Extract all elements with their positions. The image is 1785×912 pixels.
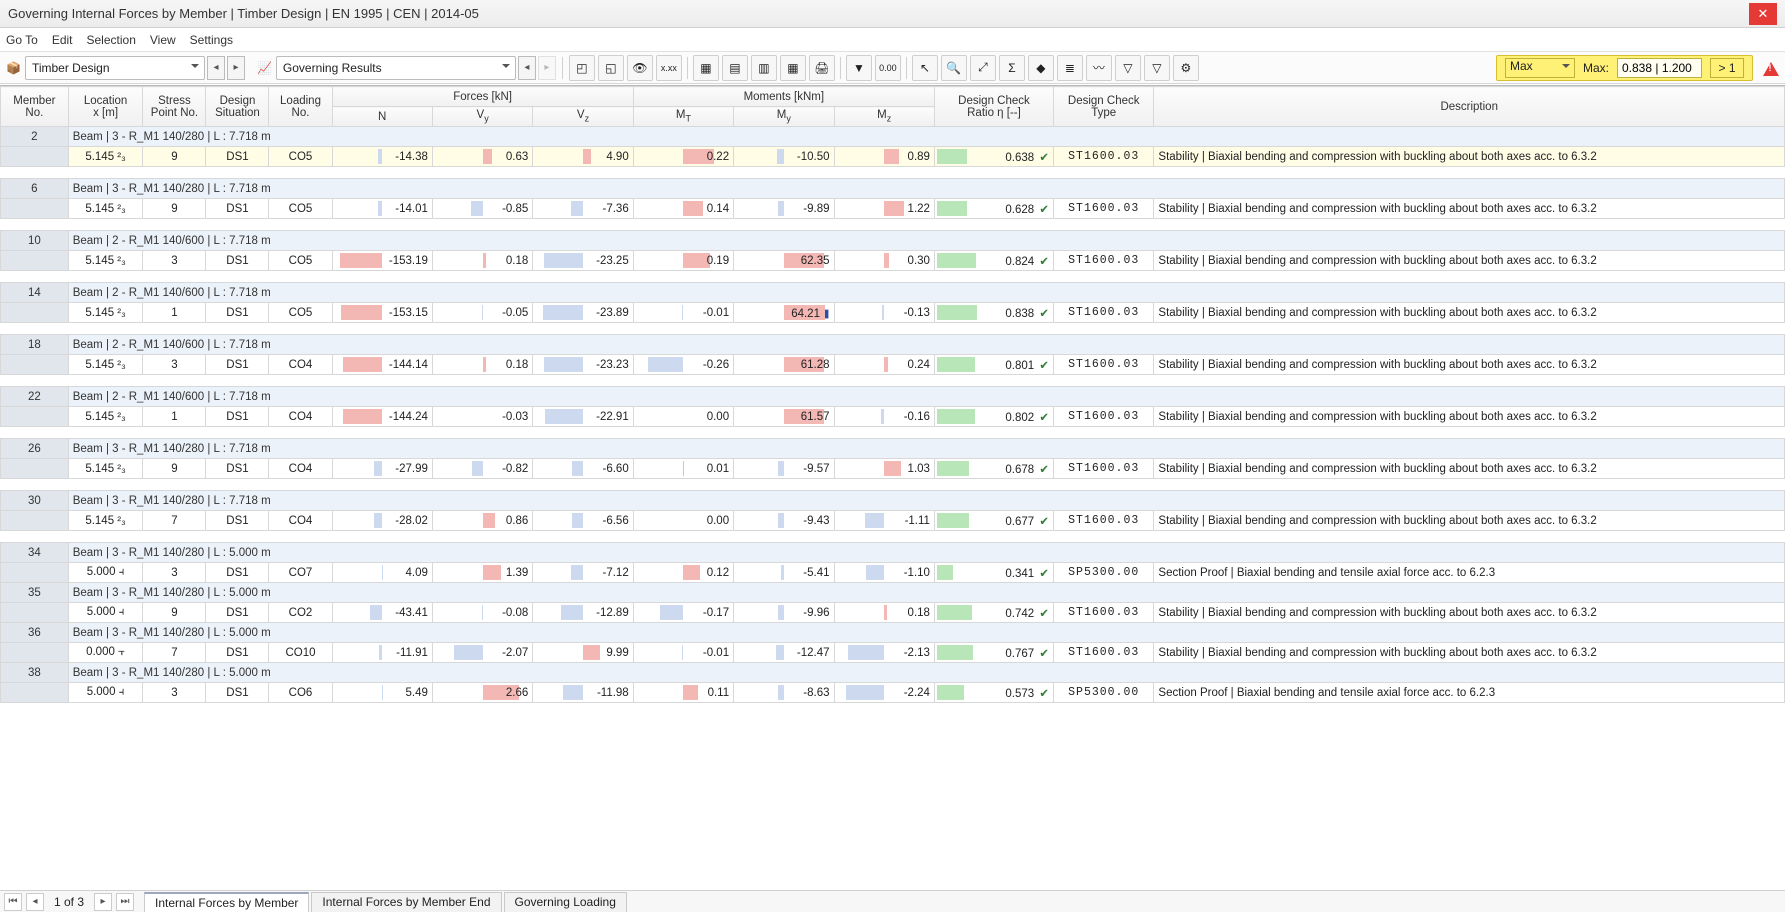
results-prev-button[interactable]: ◂ <box>518 56 536 80</box>
warning-icon[interactable] <box>1763 60 1779 76</box>
colgrp-moments[interactable]: Moments [kNm] <box>633 87 934 107</box>
col-N[interactable]: N <box>332 107 432 127</box>
grid-scroll-area[interactable]: MemberNo. Locationx [m] StressPoint No. … <box>0 86 1785 890</box>
title-bar: Governing Internal Forces by Member | Ti… <box>0 0 1785 28</box>
menu-selection[interactable]: Selection <box>87 33 136 47</box>
group-header[interactable]: 2Beam | 3 - R_M1 140/280 | L : 7.718 m <box>1 127 1785 147</box>
results-table: MemberNo. Locationx [m] StressPoint No. … <box>0 86 1785 703</box>
colgrp-forces[interactable]: Forces [kN] <box>332 87 633 107</box>
design-dropdown-value: Timber Design <box>32 61 110 75</box>
colors-icon[interactable]: ◆ <box>1028 55 1054 81</box>
table-header: MemberNo. Locationx [m] StressPoint No. … <box>1 87 1785 127</box>
table-row[interactable]: 5.145 ²₃1DS1CO5-153.15-0.05-23.89-0.0164… <box>1 303 1785 323</box>
select-crossing-icon[interactable]: ◱ <box>598 55 624 81</box>
table-1-icon[interactable]: ▦ <box>693 55 719 81</box>
group-header[interactable]: 26Beam | 3 - R_M1 140/280 | L : 7.718 m <box>1 439 1785 459</box>
tab-internal-forces-by-member-end[interactable]: Internal Forces by Member End <box>311 892 501 912</box>
table-3-icon[interactable]: ▥ <box>751 55 777 81</box>
max-mode-dropdown[interactable]: Max <box>1505 58 1575 78</box>
page-last-button[interactable]: ⏭ <box>116 893 134 911</box>
decimal-icon[interactable]: 0.00 <box>875 55 901 81</box>
max-label: Max: <box>1583 61 1609 75</box>
table-row[interactable]: 5.145 ²₃9DS1CO4-27.99-0.82-6.600.01-9.57… <box>1 459 1785 479</box>
table-row[interactable]: 5.145 ²₃1DS1CO4-144.24-0.03-22.910.0061.… <box>1 407 1785 427</box>
col-ratio[interactable]: Design CheckRatio η [--] <box>934 87 1053 127</box>
sigma-icon[interactable]: Σ <box>999 55 1025 81</box>
group-header[interactable]: 35Beam | 3 - R_M1 140/280 | L : 5.000 m <box>1 583 1785 603</box>
table-row[interactable]: 5.145 ²₃3DS1CO4-144.140.18-23.23-0.2661.… <box>1 355 1785 375</box>
footer: ⏮ ◂ 1 of 3 ▸ ⏭ Internal Forces by Member… <box>0 890 1785 912</box>
zoom-fit-icon[interactable]: ⤢ <box>970 55 996 81</box>
results-dropdown[interactable]: Governing Results <box>276 56 516 80</box>
menu-settings[interactable]: Settings <box>190 33 233 47</box>
menu-go-to[interactable]: Go To <box>6 33 38 47</box>
group-header[interactable]: 14Beam | 2 - R_M1 140/600 | L : 7.718 m <box>1 283 1785 303</box>
group-header[interactable]: 10Beam | 2 - R_M1 140/600 | L : 7.718 m <box>1 231 1785 251</box>
funnel-2-icon[interactable]: ▽ <box>1144 55 1170 81</box>
settings-icon[interactable]: ⚙ <box>1173 55 1199 81</box>
funnel-1-icon[interactable]: ▽ <box>1115 55 1141 81</box>
menu-view[interactable]: View <box>150 33 176 47</box>
table-row[interactable]: 5.000 ⫞3DS1CO65.492.66-11.980.11-8.63-2.… <box>1 683 1785 703</box>
group-header[interactable]: 38Beam | 3 - R_M1 140/280 | L : 5.000 m <box>1 663 1785 683</box>
print-icon[interactable]: 🖨 <box>809 55 835 81</box>
col-Vy[interactable]: Vy <box>432 107 532 127</box>
page-next-button[interactable]: ▸ <box>94 893 112 911</box>
xxx-icon[interactable]: x.xx <box>656 55 682 81</box>
col-memberno[interactable]: MemberNo. <box>1 87 69 127</box>
col-My[interactable]: My <box>734 107 834 127</box>
col-Vz[interactable]: Vz <box>533 107 633 127</box>
close-button[interactable]: ✕ <box>1749 3 1777 25</box>
table-2-icon[interactable]: ▤ <box>722 55 748 81</box>
table-row[interactable]: 5.000 ⫞9DS1CO2-43.41-0.08-12.89-0.17-9.9… <box>1 603 1785 623</box>
table-row[interactable]: 5.145 ²₃7DS1CO4-28.020.86-6.560.00-9.43-… <box>1 511 1785 531</box>
results-icon: 📈 <box>257 61 272 75</box>
col-loadno[interactable]: LoadingNo. <box>269 87 332 127</box>
filter-icon[interactable]: ▼ <box>846 55 872 81</box>
palette-icon[interactable]: ▦ <box>780 55 806 81</box>
page-first-button[interactable]: ⏮ <box>4 893 22 911</box>
col-Mz[interactable]: Mz <box>834 107 934 127</box>
page-info: 1 of 3 <box>48 895 90 909</box>
gt-one-button[interactable]: > 1 <box>1710 58 1744 78</box>
results-dropdown-value: Governing Results <box>283 61 382 75</box>
table-row[interactable]: 0.000 ⫟7DS1CO10-11.91-2.079.99-0.01-12.4… <box>1 643 1785 663</box>
col-type[interactable]: Design CheckType <box>1054 87 1154 127</box>
page-prev-button[interactable]: ◂ <box>26 893 44 911</box>
menu-edit[interactable]: Edit <box>52 33 73 47</box>
tab-governing-loading[interactable]: Governing Loading <box>504 892 627 912</box>
col-desc[interactable]: Description <box>1154 87 1785 127</box>
col-MT[interactable]: MT <box>633 107 733 127</box>
table-row[interactable]: 5.000 ⫞3DS1CO74.091.39-7.120.12-5.41-1.1… <box>1 563 1785 583</box>
select-window-icon[interactable]: ◰ <box>569 55 595 81</box>
toolbar: 📦 Timber Design ◂ ▸ 📈 Governing Results … <box>0 52 1785 84</box>
design-icon: 📦 <box>6 61 21 75</box>
search-icon[interactable]: 🔍 <box>941 55 967 81</box>
design-prev-button[interactable]: ◂ <box>207 56 225 80</box>
window-title: Governing Internal Forces by Member | Ti… <box>8 6 479 21</box>
arrow-cursor-icon[interactable]: ↖ <box>912 55 938 81</box>
layers-icon[interactable]: ≣ <box>1057 55 1083 81</box>
group-header[interactable]: 22Beam | 2 - R_M1 140/600 | L : 7.718 m <box>1 387 1785 407</box>
table-row[interactable]: 5.145 ²₃9DS1CO5-14.380.634.900.22-10.500… <box>1 147 1785 167</box>
group-header[interactable]: 6Beam | 3 - R_M1 140/280 | L : 7.718 m <box>1 179 1785 199</box>
group-header[interactable]: 34Beam | 3 - R_M1 140/280 | L : 5.000 m <box>1 543 1785 563</box>
design-dropdown[interactable]: Timber Design <box>25 56 205 80</box>
group-header[interactable]: 36Beam | 3 - R_M1 140/280 | L : 5.000 m <box>1 623 1785 643</box>
results-next-button[interactable]: ▸ <box>538 56 556 80</box>
eye-icon[interactable]: 👁 <box>627 55 653 81</box>
tab-internal-forces-by-member[interactable]: Internal Forces by Member <box>144 892 309 912</box>
max-zone: Max Max: > 1 <box>1496 55 1753 81</box>
wave-icon[interactable]: 〰 <box>1086 55 1112 81</box>
max-value-input[interactable] <box>1617 58 1702 78</box>
col-location[interactable]: Locationx [m] <box>68 87 143 127</box>
table-row[interactable]: 5.145 ²₃9DS1CO5-14.01-0.85-7.360.14-9.89… <box>1 199 1785 219</box>
design-next-button[interactable]: ▸ <box>227 56 245 80</box>
group-header[interactable]: 18Beam | 2 - R_M1 140/600 | L : 7.718 m <box>1 335 1785 355</box>
col-stresspt[interactable]: StressPoint No. <box>143 87 206 127</box>
menu-bar: Go To Edit Selection View Settings <box>0 28 1785 52</box>
col-situation[interactable]: DesignSituation <box>206 87 269 127</box>
table-row[interactable]: 5.145 ²₃3DS1CO5-153.190.18-23.250.1962.3… <box>1 251 1785 271</box>
group-header[interactable]: 30Beam | 3 - R_M1 140/280 | L : 7.718 m <box>1 491 1785 511</box>
